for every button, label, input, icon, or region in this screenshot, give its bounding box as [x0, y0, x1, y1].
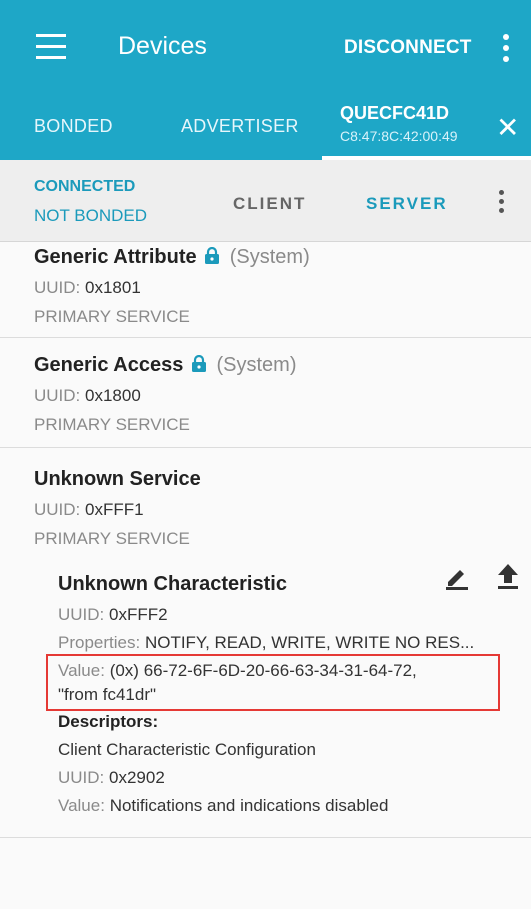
service-uuid: UUID: 0x1800: [34, 386, 141, 405]
menu-icon[interactable]: [36, 34, 68, 60]
characteristic-name[interactable]: Unknown Characteristic: [58, 573, 287, 596]
upload-icon[interactable]: [495, 562, 521, 590]
tab-advertiser[interactable]: ADVERTISER: [181, 116, 299, 137]
characteristic-uuid: UUID: 0xFFF2: [58, 605, 168, 624]
more-vert-icon[interactable]: [503, 34, 513, 64]
server-tab-indicator: [341, 78, 474, 82]
device-name: QUECFC41D: [340, 103, 450, 123]
service-suffix: (System): [216, 354, 297, 376]
connection-bar: CONNECTED NOT BONDED CLIENT SERVER: [0, 160, 531, 242]
descriptors-heading: Descriptors:: [58, 712, 159, 731]
highlight-box: [46, 654, 500, 711]
service-uuid: UUID: 0xFFF1: [34, 500, 144, 519]
descriptor-name[interactable]: Client Characteristic Configuration: [58, 740, 316, 760]
service-item[interactable]: Unknown Service UUID: 0xFFF1 PRIMARY SER…: [0, 448, 531, 838]
service-title: Generic Attribute (System): [34, 246, 310, 269]
service-item[interactable]: Generic Attribute (System) UUID: 0x1801 …: [0, 242, 531, 338]
disconnect-button[interactable]: DISCONNECT: [344, 37, 472, 59]
service-name: Unknown Service: [34, 468, 201, 490]
service-type: PRIMARY SERVICE: [34, 307, 190, 326]
service-type: PRIMARY SERVICE: [34, 415, 190, 434]
lock-icon: [205, 247, 220, 264]
service-list: Generic Attribute (System) UUID: 0x1801 …: [0, 242, 531, 909]
tab-client[interactable]: CLIENT: [233, 194, 306, 214]
device-tabs: BONDED ADVERTISER QUECFC41D C8:47:8C:42:…: [0, 96, 531, 160]
service-type: PRIMARY SERVICE: [34, 529, 190, 548]
characteristic-properties: Properties: NOTIFY, READ, WRITE, WRITE N…: [58, 633, 475, 652]
service-name: Generic Access: [34, 354, 184, 376]
tab-device[interactable]: QUECFC41D C8:47:8C:42:00:49 ✕: [322, 96, 531, 160]
service-title: Generic Access (System): [34, 354, 296, 377]
edit-icon[interactable]: [444, 564, 470, 590]
bond-status: NOT BONDED: [34, 206, 148, 225]
tab-bonded[interactable]: BONDED: [34, 116, 113, 137]
descriptor-value: Value: Notifications and indications dis…: [58, 796, 389, 815]
tab-server[interactable]: SERVER: [366, 194, 448, 214]
connection-status: CONNECTED: [34, 178, 136, 195]
descriptor-uuid: UUID: 0x2902: [58, 768, 165, 787]
service-suffix: (System): [229, 246, 310, 268]
device-mac: C8:47:8C:42:00:49: [340, 128, 458, 144]
service-uuid: UUID: 0x1801: [34, 278, 141, 297]
service-item[interactable]: Generic Access (System) UUID: 0x1800 PRI…: [0, 338, 531, 448]
service-name: Generic Attribute: [34, 246, 197, 268]
lock-icon: [191, 355, 206, 372]
more-vert-icon[interactable]: [499, 190, 507, 216]
close-icon[interactable]: ✕: [496, 114, 519, 142]
page-title: Devices: [118, 32, 207, 60]
